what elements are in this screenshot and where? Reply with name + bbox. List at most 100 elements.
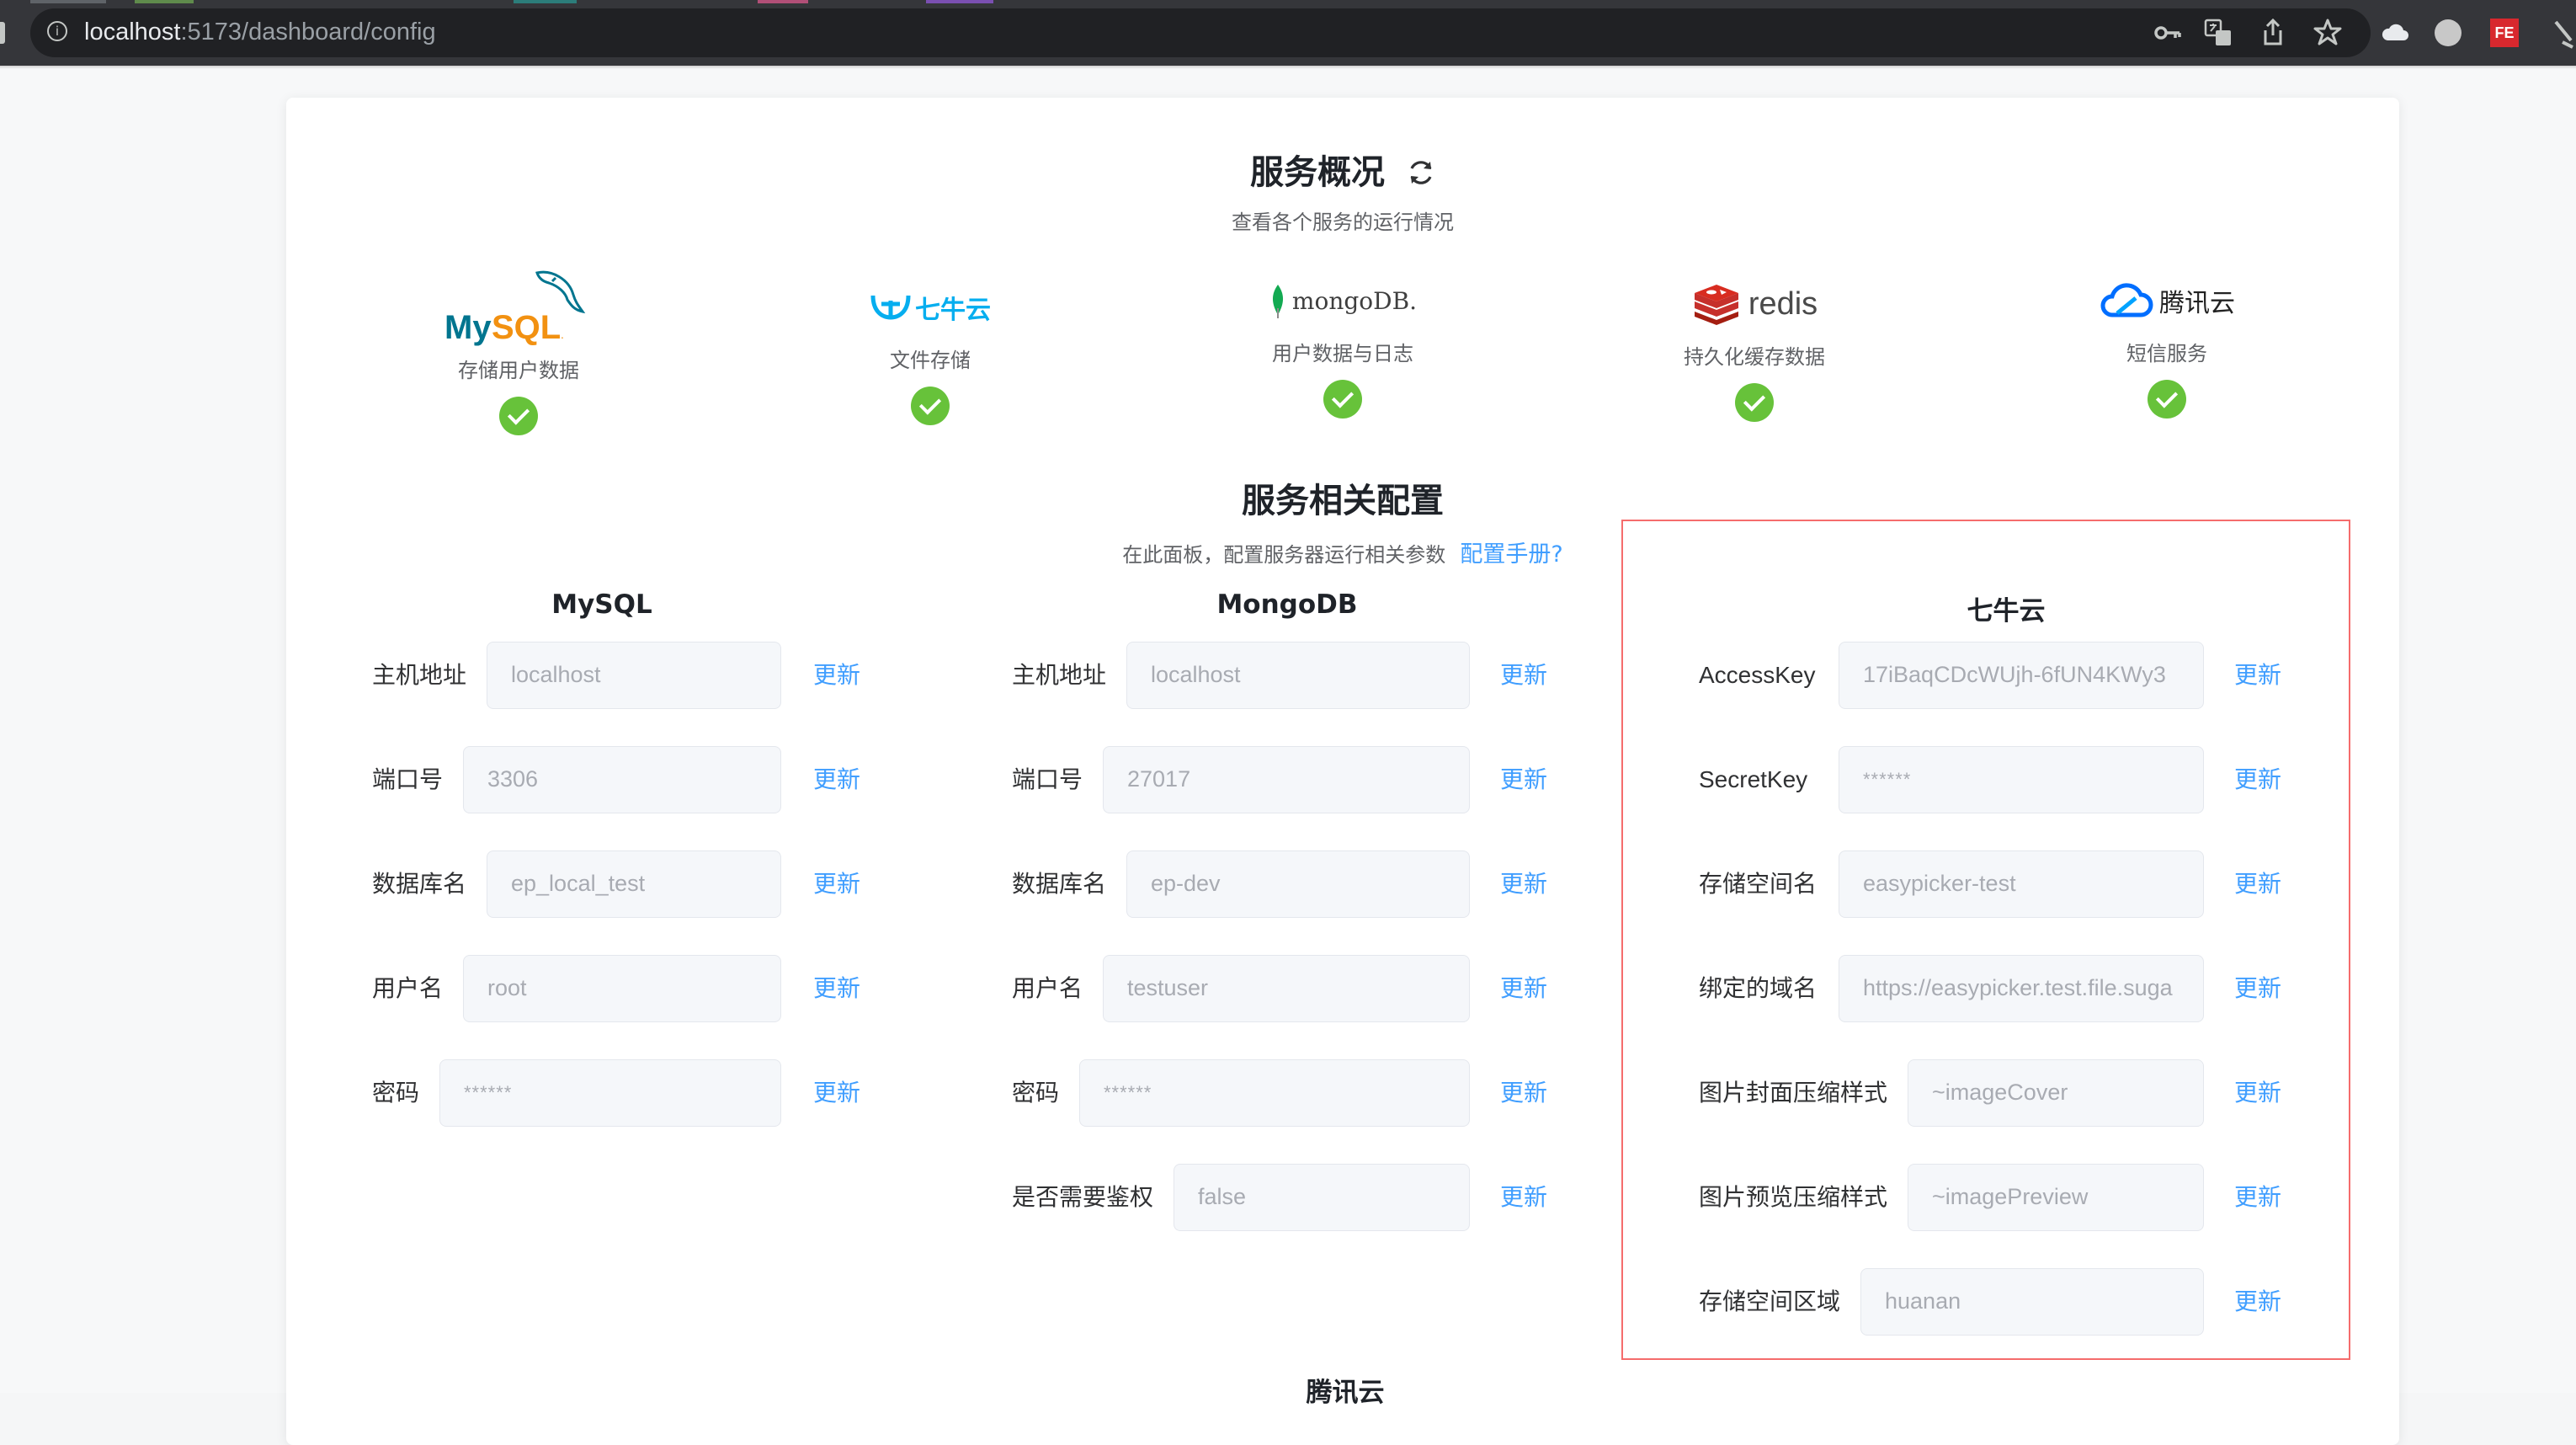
service-desc: 文件存储 — [890, 349, 971, 372]
update-button[interactable]: 更新 — [813, 850, 860, 918]
profile-avatar[interactable] — [2435, 19, 2462, 46]
overview-subtitle: 查看各个服务的运行情况 — [1232, 211, 1454, 234]
update-button[interactable]: 更新 — [2234, 1268, 2281, 1336]
row-label: AccessKey — [1699, 662, 1816, 688]
qiniu-cover-style-input[interactable]: ~imageCover — [1908, 1059, 2204, 1127]
svg-text:SQL: SQL — [492, 309, 561, 346]
redis-logo: redis — [1628, 275, 1881, 333]
url-host: localhost — [84, 19, 181, 45]
mysql-dolphin-icon: My SQL . — [444, 270, 586, 346]
update-button[interactable]: 更新 — [2234, 850, 2281, 918]
qiniu-secretkey-input[interactable]: ****** — [1839, 746, 2204, 813]
mysql-host-input[interactable]: localhost — [487, 642, 781, 709]
row-label: 用户名 — [1012, 974, 1083, 1002]
update-button[interactable]: 更新 — [2234, 1164, 2281, 1231]
mongodb-logo-text: mongoDB. — [1291, 286, 1418, 315]
row-label: 密码 — [372, 1079, 420, 1106]
mysql-user-input[interactable]: root — [463, 955, 781, 1022]
info-icon[interactable]: i — [47, 21, 67, 41]
fe-extension-icon[interactable]: FE — [2490, 19, 2519, 47]
update-button[interactable]: 更新 — [1500, 955, 1547, 1022]
update-button[interactable]: 更新 — [1500, 746, 1547, 813]
url-text[interactable]: localhost:5173/dashboard/config — [84, 19, 436, 46]
mongodb-port-input[interactable]: 27017 — [1103, 746, 1470, 813]
update-button[interactable]: 更新 — [1500, 1164, 1547, 1231]
row-label: 密码 — [1012, 1079, 1060, 1106]
service-qiniu: 七牛云 文件存储 — [804, 278, 1056, 425]
mongodb-config-title: MongoDB — [1216, 589, 1358, 620]
update-button[interactable]: 更新 — [813, 1059, 860, 1127]
qiniu-logo-text: 七牛云 — [915, 296, 991, 325]
update-button[interactable]: 更新 — [2234, 642, 2281, 709]
back-button-edge[interactable] — [0, 22, 5, 44]
mysql-config-title: MySQL — [551, 589, 652, 620]
more-icon[interactable] — [2551, 17, 2576, 51]
status-ok-icon — [499, 397, 538, 435]
row-label: 数据库名 — [1012, 870, 1107, 898]
update-button[interactable]: 更新 — [2234, 955, 2281, 1022]
row-label: 图片封面压缩样式 — [1699, 1079, 1888, 1106]
row-label: 主机地址 — [1012, 661, 1107, 689]
mysql-database-input[interactable]: ep_local_test — [487, 850, 781, 918]
svg-text:.: . — [561, 328, 564, 341]
service-redis: redis 持久化缓存数据 — [1628, 275, 1881, 422]
service-desc: 用户数据与日志 — [1272, 342, 1413, 365]
qiniu-logo: 七牛云 — [804, 278, 1056, 337]
config-manual-link[interactable]: 配置手册? — [1460, 541, 1562, 568]
key-icon[interactable] — [2153, 20, 2182, 45]
qiniu-bucket-input[interactable]: easypicker-test — [1839, 850, 2204, 918]
browser-toolbar: i localhost:5173/dashboard/config FE — [0, 0, 2576, 66]
extension-cloud-icon[interactable] — [2381, 20, 2409, 44]
mongodb-database-input[interactable]: ep-dev — [1126, 850, 1470, 918]
mysql-port-input[interactable]: 3306 — [463, 746, 781, 813]
overview-title: 服务概况 — [1250, 153, 1385, 192]
address-bar[interactable]: i localhost:5173/dashboard/config — [30, 8, 2371, 57]
service-desc: 短信服务 — [2126, 342, 2207, 365]
share-icon[interactable] — [2261, 17, 2285, 47]
tab-indicator — [30, 0, 106, 3]
toolbar-shadow — [0, 66, 2576, 69]
config-subtitle: 在此面板，配置服务器运行相关参数 — [1122, 543, 1446, 567]
row-label: 主机地址 — [372, 661, 467, 689]
refresh-icon[interactable] — [1407, 158, 1435, 187]
row-label: 是否需要鉴权 — [1012, 1183, 1154, 1211]
bookmark-star-icon[interactable] — [2313, 18, 2342, 46]
svg-text:My: My — [444, 309, 492, 346]
mongodb-user-input[interactable]: testuser — [1103, 955, 1470, 1022]
qiniu-accesskey-input[interactable]: 17iBaqCDcWUjh-6fUN4KWy3 — [1839, 642, 2204, 709]
config-title: 服务相关配置 — [1242, 482, 1444, 520]
qiniu-mark-icon — [870, 295, 911, 320]
mongodb-password-input[interactable]: ****** — [1079, 1059, 1470, 1127]
status-ok-icon — [2148, 380, 2186, 419]
update-button[interactable]: 更新 — [813, 746, 860, 813]
qiniu-preview-style-input[interactable]: ~imagePreview — [1908, 1164, 2204, 1231]
update-button[interactable]: 更新 — [2234, 1059, 2281, 1127]
qiniu-region-input[interactable]: huanan — [1860, 1268, 2204, 1336]
mysql-password-input[interactable]: ****** — [439, 1059, 781, 1127]
tencent-logo-text: 腾讯云 — [2159, 289, 2235, 318]
config-subtitle-row: 在此面板，配置服务器运行相关参数 配置手册? — [286, 536, 2399, 568]
status-ok-icon — [911, 387, 950, 425]
translate-icon[interactable] — [2204, 19, 2233, 47]
service-tencent: 腾讯云 短信服务 — [2041, 271, 2293, 419]
update-button[interactable]: 更新 — [1500, 642, 1547, 709]
update-button[interactable]: 更新 — [1500, 1059, 1547, 1127]
status-ok-icon — [1735, 383, 1774, 422]
update-button[interactable]: 更新 — [813, 955, 860, 1022]
service-desc: 持久化缓存数据 — [1684, 345, 1825, 369]
update-button[interactable]: 更新 — [2234, 746, 2281, 813]
dashboard-card: 服务概况 查看各个服务的运行情况 My SQL . 存储用户数据 七牛云 文件存… — [286, 98, 2399, 1445]
redis-logo-text: redis — [1748, 285, 1818, 322]
tencent-cloud-icon — [2100, 283, 2153, 317]
update-button[interactable]: 更新 — [813, 642, 860, 709]
mongodb-host-input[interactable]: localhost — [1126, 642, 1470, 709]
service-mongodb: mongoDB. 用户数据与日志 — [1216, 271, 1469, 419]
update-button[interactable]: 更新 — [1500, 850, 1547, 918]
service-mysql: My SQL . 存储用户数据 — [392, 263, 645, 435]
redis-cube-icon — [1694, 285, 1738, 325]
row-label: 存储空间名 — [1699, 870, 1818, 898]
tab-indicator — [514, 0, 577, 3]
qiniu-domain-input[interactable]: https://easypicker.test.file.suga — [1839, 955, 2204, 1022]
row-label: 用户名 — [372, 974, 444, 1002]
mongodb-auth-input[interactable]: false — [1174, 1164, 1470, 1231]
